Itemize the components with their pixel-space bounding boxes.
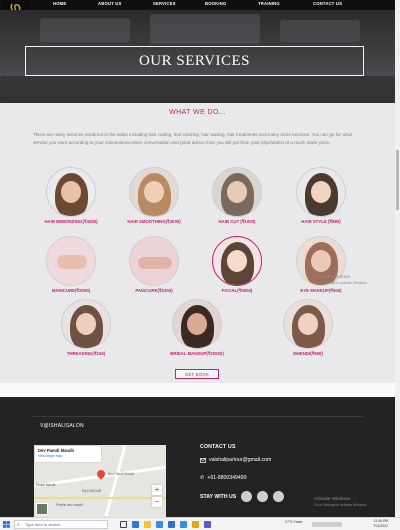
phone-icon: ✆ <box>200 475 205 481</box>
service-label: HAIR CUT (₹1000) <box>218 219 256 224</box>
scrollbar-thumb[interactable] <box>396 150 399 210</box>
hero-banner: OUR SERVICES <box>0 10 395 103</box>
map-zoom-in-button[interactable]: + <box>152 485 162 495</box>
nav-services[interactable]: SERVICES <box>153 1 176 6</box>
services-section: WHAT WE DO... There are many services re… <box>0 103 395 383</box>
map-info-card: Dev Pamdi Mandir View larger map <box>35 446 101 462</box>
service-image <box>61 299 111 349</box>
activate-windows-watermark: Activate Windows <box>314 496 351 501</box>
task-view-icon[interactable] <box>120 521 127 528</box>
service-hair-cut[interactable]: HAIR CUT (₹1000) <box>206 167 268 225</box>
contact-email[interactable]: vaishaliparlour@gmail.com <box>200 457 271 463</box>
social-icon-1[interactable] <box>241 491 253 502</box>
footer-brand: V@ISHALISALON <box>40 423 84 429</box>
footer: V@ISHALISALON Dev Pamdi Mandir View larg… <box>0 397 395 517</box>
top-nav: HOME ABOUT US SERVICES BOOKING TRAINING … <box>0 0 395 16</box>
activate-windows-hint: Go to Settings to activate Windows. <box>314 281 368 285</box>
service-label: BRIDAL MAKEUP(₹20000) <box>170 351 224 356</box>
windows-taskbar: ⌕ Type here to search 27°C Haze 12:46 PM… <box>0 517 400 530</box>
service-label: EYE MAKEUP(₹500) <box>300 288 342 293</box>
windows-start-icon[interactable] <box>3 521 10 528</box>
social-icon-2[interactable] <box>257 491 269 502</box>
vscode-icon[interactable] <box>180 521 187 528</box>
footer-divider <box>33 416 363 417</box>
taskbar-search-placeholder: Type here to search <box>25 522 61 527</box>
hero-title-box: OUR SERVICES <box>25 46 364 76</box>
contact-phone-text: +91-8800349499 <box>207 475 247 481</box>
nav-training[interactable]: TRAINING <box>258 1 280 6</box>
service-label: HAIR STYLE (₹880) <box>301 219 341 224</box>
service-label: PADICURE(₹2300) <box>135 288 173 293</box>
view-larger-map-link[interactable]: View larger map <box>38 454 98 458</box>
page-scrollbar[interactable] <box>395 0 400 517</box>
nav-about-us[interactable]: ABOUT US <box>98 1 121 6</box>
system-tray-icons[interactable] <box>312 522 342 527</box>
map-label: Prabhu dev mandir <box>56 503 83 507</box>
map-zoom-out-button[interactable]: − <box>152 497 162 507</box>
clock[interactable]: 12:46 PM 7/11/2022 <box>364 519 388 528</box>
social-icon-3[interactable] <box>273 491 285 502</box>
service-threading[interactable]: THREADING(₹150) <box>55 299 117 357</box>
service-image <box>129 236 179 286</box>
service-pedicure[interactable]: PADICURE(₹2300) <box>123 236 185 294</box>
service-label: THREADING(₹150) <box>66 351 106 356</box>
stay-with-us-label: STAY WITH US <box>200 493 237 500</box>
map-label: RAJI NAGAR <box>82 489 102 493</box>
map-label: Shaktl Mandir <box>36 483 56 487</box>
mail-app-icon[interactable] <box>156 521 163 528</box>
search-icon: ⌕ <box>17 522 20 528</box>
social-links: STAY WITH US <box>200 491 285 502</box>
store-icon[interactable] <box>168 521 175 528</box>
get-book-button[interactable]: GET BOOK <box>175 369 219 379</box>
app-icon[interactable] <box>204 521 211 528</box>
service-manicure[interactable]: MANICURE(₹2000) <box>40 236 102 294</box>
mail-icon <box>200 457 206 463</box>
contact-heading: CONTACT US <box>200 444 236 450</box>
nav-contact-us[interactable]: CONTACT US <box>313 1 342 6</box>
map-label: Dev Pamdi Mandir <box>108 472 135 476</box>
service-label: MHENDI(₹550) <box>293 351 323 356</box>
nav-booking[interactable]: BOOKING <box>205 1 226 6</box>
map-place-name: Dev Pamdi Mandir <box>38 448 75 453</box>
weather-indicator[interactable]: 27°C Haze <box>285 520 302 524</box>
service-image <box>46 236 96 286</box>
service-label: MANICURE(₹2000) <box>51 288 91 293</box>
chrome-icon[interactable] <box>192 521 199 528</box>
service-label: FACIAL(₹5000) <box>221 288 253 293</box>
contact-email-text: vaishaliparlour@gmail.com <box>209 457 272 463</box>
service-image <box>283 299 333 349</box>
service-bridal-makeup[interactable]: BRIDAL MAKEUP(₹20000) <box>166 299 228 357</box>
service-facial[interactable]: FACIAL(₹5000) <box>206 236 268 294</box>
file-explorer-icon[interactable] <box>144 521 151 528</box>
service-image <box>212 167 262 217</box>
section-spacer <box>0 383 395 397</box>
hero-title: OUR SERVICES <box>138 52 251 69</box>
page: HOME ABOUT US SERVICES BOOKING TRAINING … <box>0 0 400 530</box>
taskbar-search-input[interactable]: ⌕ Type here to search <box>14 520 108 529</box>
section-title: WHAT WE DO... <box>169 109 226 116</box>
service-hair-style[interactable]: HAIR STYLE (₹880) <box>290 167 352 225</box>
service-image <box>46 167 96 217</box>
edge-browser-icon[interactable] <box>132 521 139 528</box>
location-map[interactable]: Dev Pamdi Mandir View larger map Shaktl … <box>34 445 166 517</box>
activate-windows-hint: Go to Settings to activate Windows. <box>314 503 368 507</box>
map-layer-toggle[interactable] <box>36 503 48 515</box>
service-image <box>129 167 179 217</box>
service-label: HAIR SMOOTHING(₹4000) <box>127 219 181 224</box>
clock-date: 7/11/2022 <box>373 523 388 528</box>
service-hair-smoothing[interactable]: HAIR SMOOTHING(₹4000) <box>123 167 185 225</box>
service-eye-makeup[interactable]: EYE MAKEUP(₹500) <box>290 236 352 294</box>
activate-windows-watermark: Activate Windows <box>314 274 351 279</box>
service-mehndi[interactable]: MHENDI(₹550) <box>277 299 339 357</box>
service-hair-rebonding[interactable]: HAIR REBONDING(₹4000) <box>40 167 102 225</box>
nav-home[interactable]: HOME <box>53 1 66 6</box>
services-intro: There are many services rendered in the … <box>33 132 352 145</box>
service-image <box>212 236 262 286</box>
service-label: HAIR REBONDING(₹4000) <box>44 219 98 224</box>
service-image <box>172 299 222 349</box>
contact-phone[interactable]: ✆ +91-8800349499 <box>200 475 247 481</box>
service-image <box>296 167 346 217</box>
